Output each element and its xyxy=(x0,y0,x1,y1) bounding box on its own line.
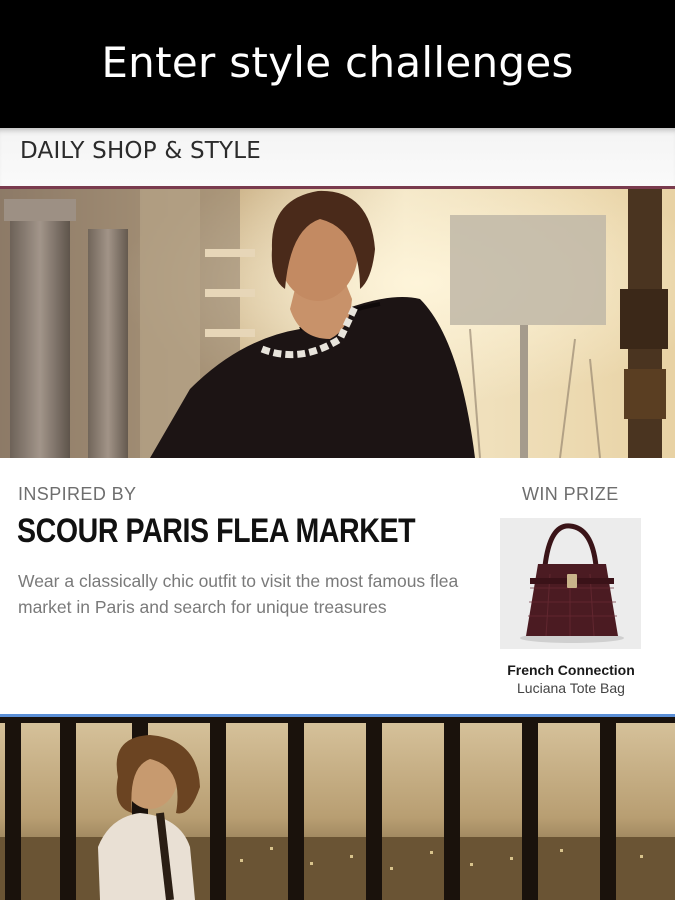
challenge-card[interactable]: INSPIRED BY SCOUR PARIS FLEA MARKET Wear… xyxy=(0,458,675,714)
prize-image[interactable] xyxy=(500,518,641,649)
model-black-sweater-photo xyxy=(0,189,675,458)
promo-banner: Enter style challenges xyxy=(0,0,675,128)
challenge-title[interactable]: SCOUR PARIS FLEA MARKET xyxy=(17,512,416,551)
section-title: DAILY SHOP & STYLE xyxy=(20,138,262,164)
challenge-hero-image[interactable] xyxy=(0,189,675,458)
model-city-night-photo xyxy=(0,717,675,900)
win-prize-label: WIN PRIZE xyxy=(522,484,619,504)
inspired-by-label: INSPIRED BY xyxy=(18,484,137,504)
banner-title: Enter style challenges xyxy=(101,37,574,87)
prize-brand: French Connection xyxy=(507,662,635,678)
prize-product-name: Luciana Tote Bag xyxy=(517,680,625,696)
next-challenge-image[interactable] xyxy=(0,717,675,900)
challenge-description: Wear a classically chic outfit to visit … xyxy=(18,571,459,617)
section-header: DAILY SHOP & STYLE xyxy=(0,128,675,186)
tote-bag-icon xyxy=(500,518,641,649)
